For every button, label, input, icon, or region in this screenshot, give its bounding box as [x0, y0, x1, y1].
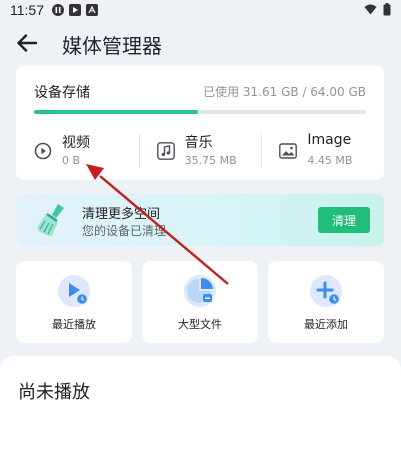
recent-play-icon — [58, 275, 90, 307]
storage-used-text: 已使用 31.61 GB / 64.00 GB — [203, 85, 366, 99]
status-time: 11:57 — [10, 2, 44, 18]
arrow-back-icon — [17, 34, 37, 52]
clean-button[interactable]: 清理 — [318, 207, 370, 233]
clean-banner[interactable]: 清理更多空间 您的设备已清理 清理 — [16, 194, 384, 246]
clean-subtitle: 您的设备已清理 — [82, 224, 167, 238]
category-music[interactable]: 音乐 35.75 MB — [138, 130, 262, 174]
pause-icon — [52, 4, 64, 16]
storage-progress-bar — [34, 110, 366, 114]
tile-large-files[interactable]: 大型文件 — [142, 261, 258, 343]
tile-recent-play[interactable]: 最近播放 — [16, 261, 132, 343]
storage-title: 设备存储 — [34, 85, 90, 101]
section-title: 尚未播放 — [18, 382, 90, 403]
category-label: Image — [307, 132, 352, 148]
category-label: 视频 — [62, 135, 90, 151]
page-title: 媒体管理器 — [62, 34, 162, 58]
category-size: 4.45 MB — [307, 154, 353, 167]
storage-card[interactable]: 设备存储 已使用 31.61 GB / 64.00 GB 视频 0 B 音乐 3… — [16, 66, 384, 180]
app-bar: 媒体管理器 — [0, 28, 401, 58]
clean-title: 清理更多空间 — [82, 207, 161, 222]
status-bar: 11:57 — [0, 0, 401, 20]
category-label: 音乐 — [184, 135, 213, 151]
category-video[interactable]: 视频 0 B — [16, 130, 139, 174]
not-played-section: 尚未播放 — [0, 356, 401, 452]
battery-icon — [383, 3, 391, 20]
category-image[interactable]: Image 4.45 MB — [261, 130, 384, 174]
play-circle-icon — [34, 142, 52, 160]
tile-label: 大型文件 — [178, 318, 222, 331]
storage-progress-fill — [34, 110, 198, 114]
category-size: 0 B — [62, 154, 81, 167]
storage-categories: 视频 0 B 音乐 35.75 MB Image 4.45 MB — [16, 130, 384, 174]
shortcut-tiles: 最近播放 大型文件 最近添加 — [16, 261, 384, 343]
broom-icon — [37, 204, 64, 236]
play-store-icon — [69, 4, 81, 16]
category-size: 35.75 MB — [184, 154, 237, 167]
music-note-icon — [156, 142, 175, 160]
tile-label: 最近添加 — [304, 318, 348, 331]
back-button[interactable] — [14, 30, 40, 56]
recent-add-icon — [310, 275, 342, 307]
wifi-icon — [364, 4, 377, 19]
pie-chart-icon — [184, 275, 216, 307]
tile-label: 最近播放 — [52, 318, 96, 331]
image-icon — [279, 142, 298, 160]
a-badge-icon — [86, 4, 98, 16]
tile-recent-add[interactable]: 最近添加 — [268, 261, 384, 343]
